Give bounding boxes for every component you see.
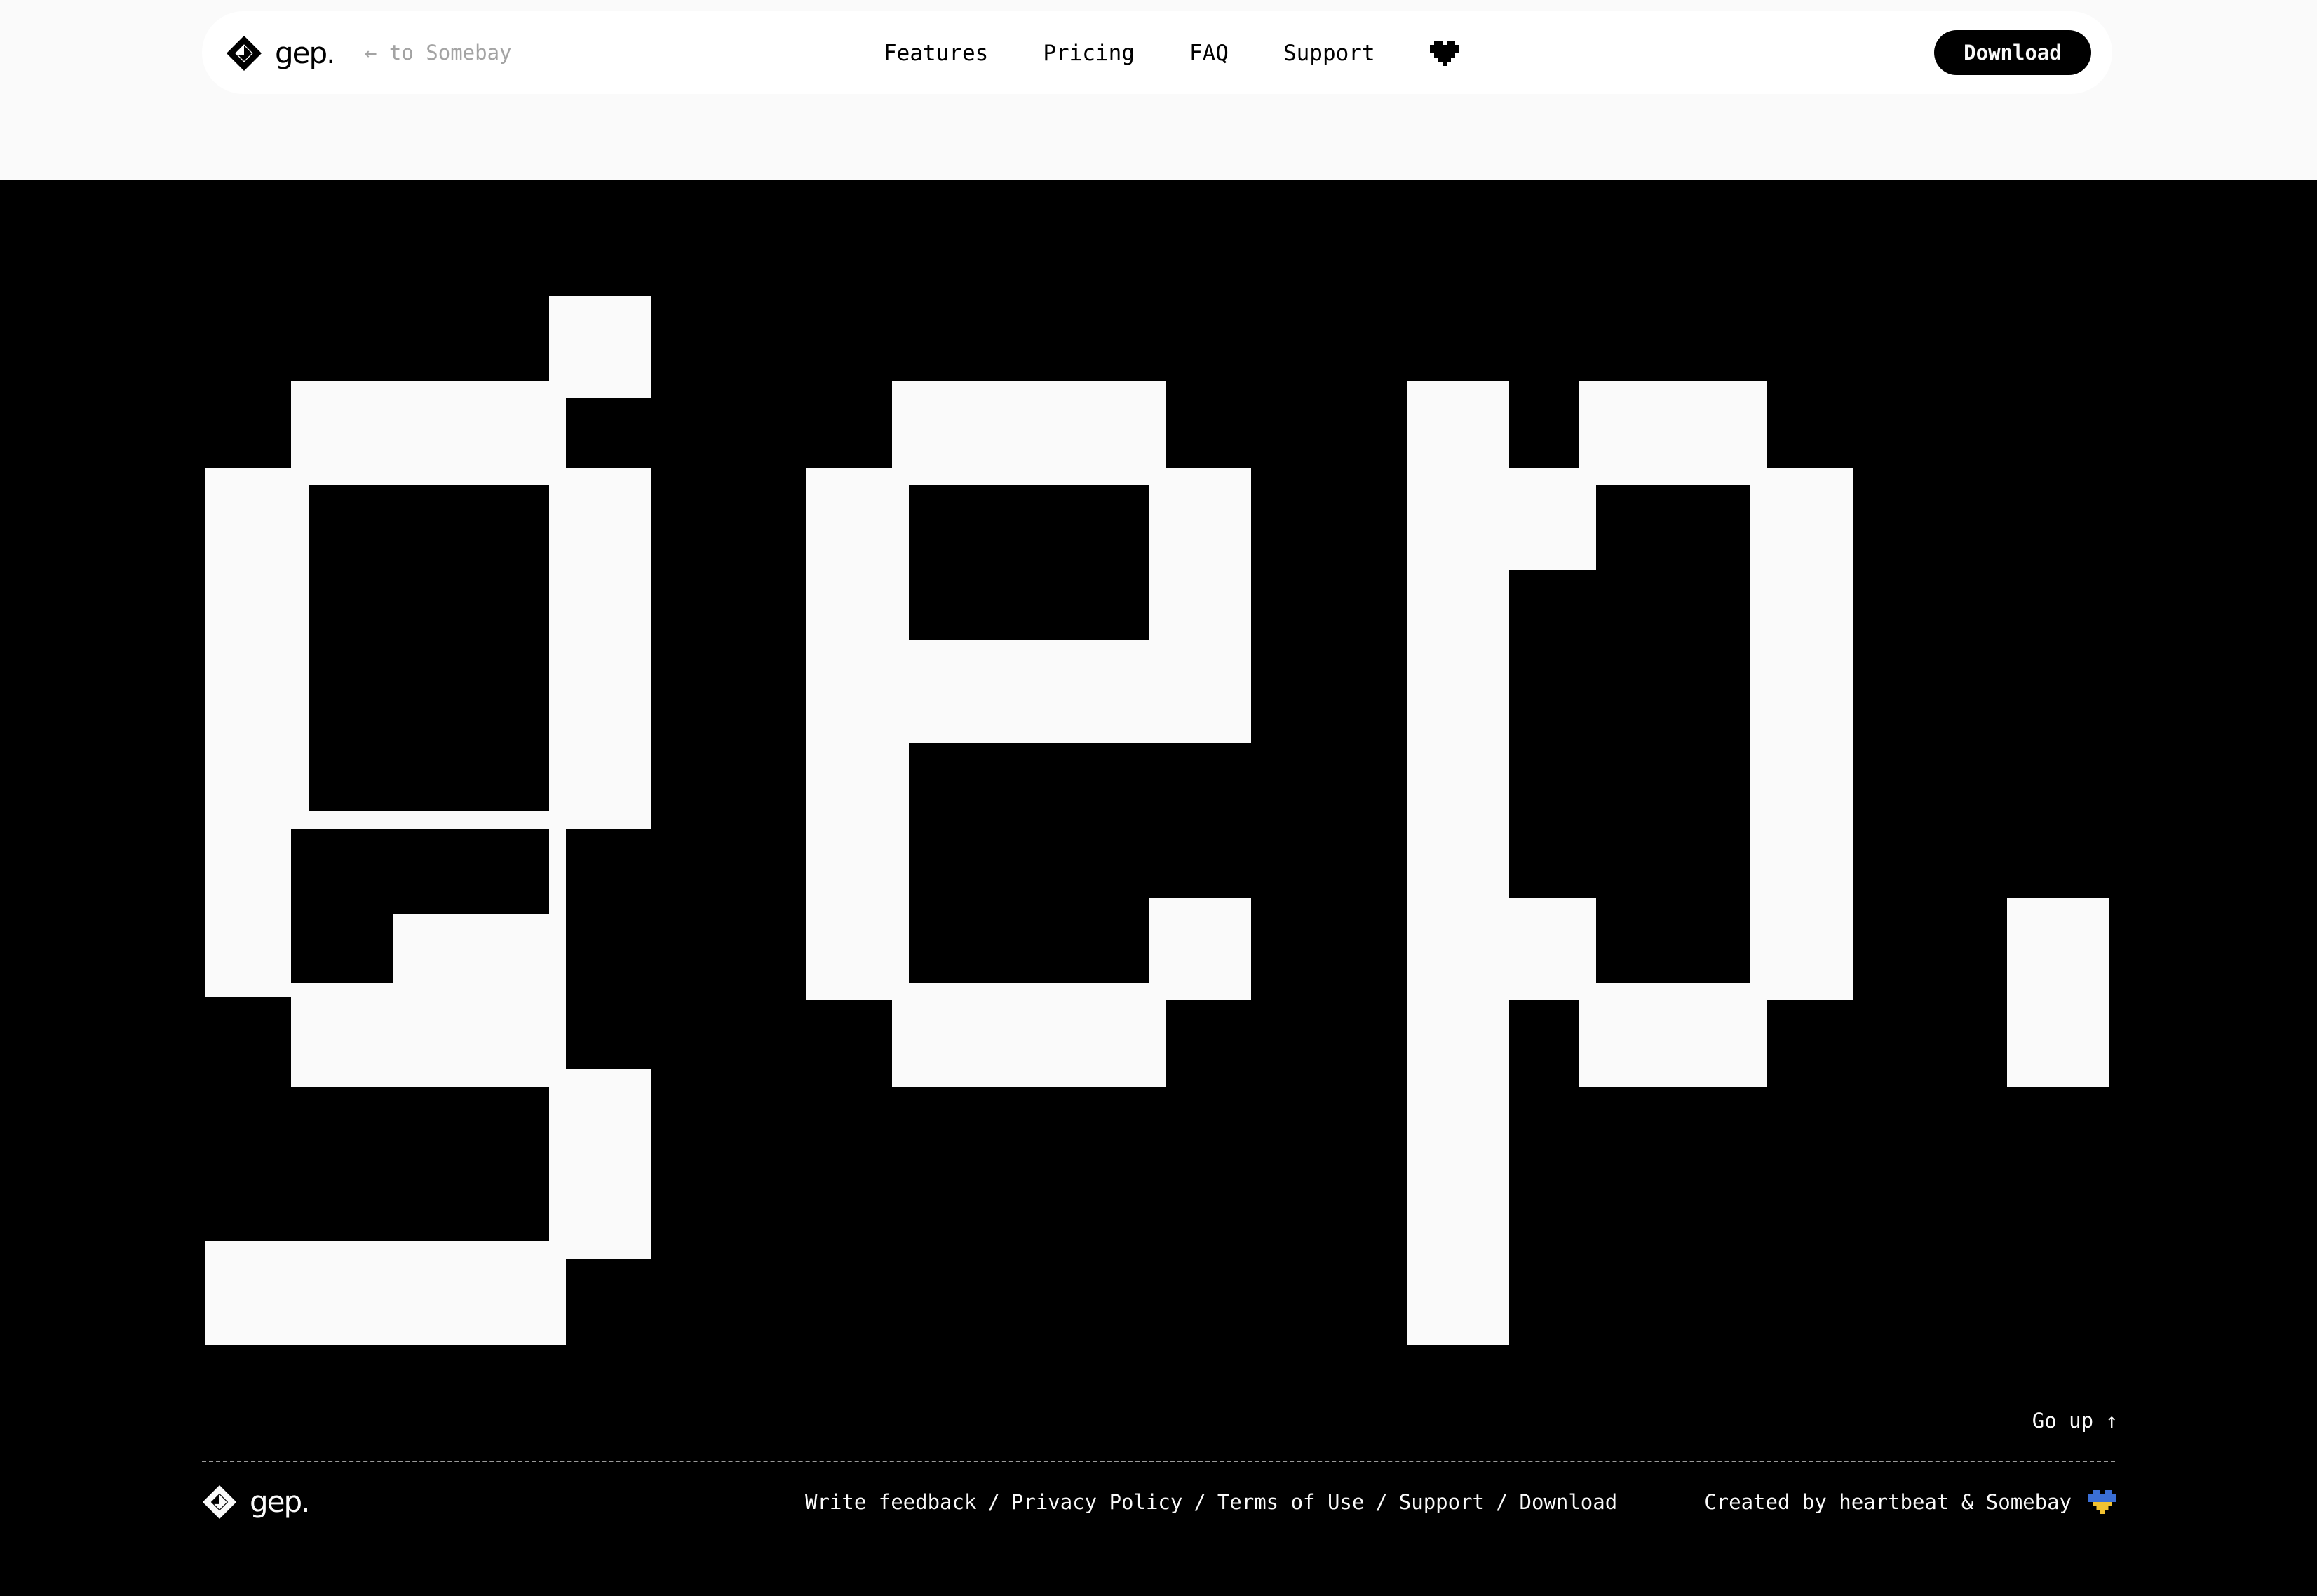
gep-logo-icon: [227, 36, 262, 71]
hero-pixel-wordmark: [205, 296, 2109, 1345]
pixel-letter-p: [1407, 381, 1853, 1345]
footer-separator: /: [1496, 1490, 1508, 1514]
footer-download-link[interactable]: Download: [1519, 1488, 1617, 1516]
brand-name: gep.: [275, 36, 336, 70]
nav-link-pricing[interactable]: Pricing: [1043, 35, 1135, 72]
nav-link-support[interactable]: Support: [1283, 35, 1375, 72]
nav-link-features[interactable]: Features: [884, 35, 988, 72]
pixel-letter-e: [806, 381, 1251, 1087]
go-up-link[interactable]: Go up ↑: [2020, 1407, 2118, 1435]
download-button[interactable]: Download: [1934, 30, 2091, 75]
footer-separator: /: [987, 1490, 1000, 1514]
footer-links: Write feedback / Privacy Policy / Terms …: [805, 1488, 1617, 1516]
terms-of-use-link[interactable]: Terms of Use: [1217, 1488, 1365, 1516]
main-nav: Features Pricing FAQ Support: [884, 35, 1459, 72]
pixel-period: [2007, 898, 2109, 1087]
privacy-policy-link[interactable]: Privacy Policy: [1011, 1488, 1182, 1516]
pixel-heart-icon[interactable]: [1429, 41, 1459, 66]
top-navbar: gep. ← to Somebay Features Pricing FAQ S…: [202, 11, 2112, 94]
footer-divider: [202, 1461, 2115, 1462]
gep-logo-icon: [202, 1485, 237, 1520]
pixel-letter-g: [205, 296, 651, 1345]
footer-support-link[interactable]: Support: [1399, 1488, 1485, 1516]
credits-text: Created by heartbeat & Somebay: [1704, 1490, 2072, 1514]
ukraine-heart-icon: [2088, 1490, 2116, 1514]
write-feedback-link[interactable]: Write feedback: [805, 1488, 976, 1516]
footer-brand-logo[interactable]: gep.: [202, 1485, 311, 1520]
brand-logo[interactable]: gep.: [226, 35, 336, 72]
footer-separator: /: [1194, 1490, 1206, 1514]
credits: Created by heartbeat & Somebay: [1704, 1487, 2116, 1517]
footer-brand-name: gep.: [250, 1485, 311, 1519]
footer-separator: /: [1375, 1490, 1388, 1514]
nav-link-faq[interactable]: FAQ: [1189, 35, 1229, 72]
back-to-somebay-link[interactable]: ← to Somebay: [365, 39, 512, 66]
